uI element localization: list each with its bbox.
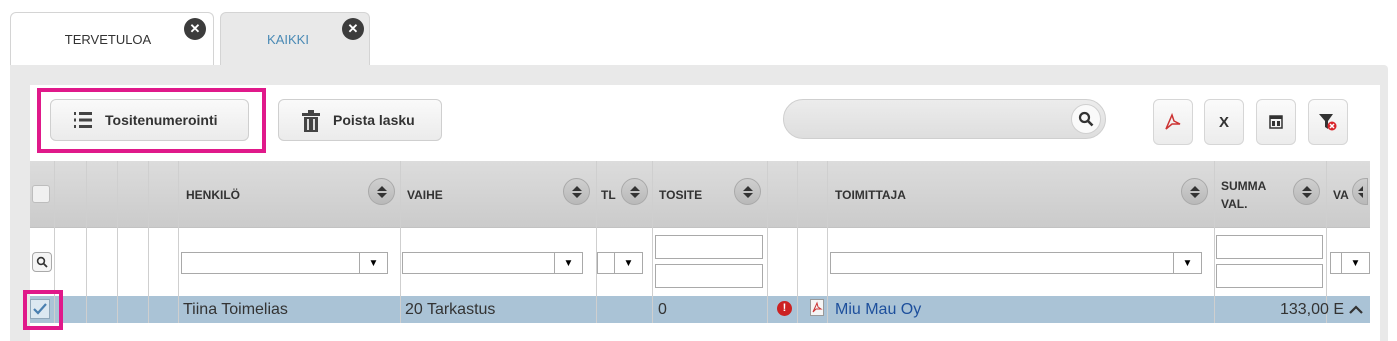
filter-summa-from-input[interactable]	[1216, 235, 1323, 259]
chevron-down-icon: ▼	[614, 253, 642, 273]
column-tl-label: TL	[601, 187, 616, 202]
column-toimittaja-label: TOIMITTAJA	[835, 187, 906, 202]
sort-henkilo-icon[interactable]	[368, 178, 395, 205]
filter-tosite-to-input[interactable]	[655, 264, 763, 288]
filter-va-select[interactable]: ▼	[1330, 252, 1370, 274]
column-header-tl[interactable]: TL	[601, 161, 621, 228]
sort-toimittaja-icon[interactable]	[1181, 178, 1208, 205]
tab-tervetuloa-label: TERVETULOA	[64, 32, 152, 47]
column-divider	[117, 161, 118, 323]
column-divider	[797, 161, 798, 323]
highlight-row-checkbox	[23, 290, 63, 330]
column-header-summa[interactable]: SUMMA VAL.	[1221, 161, 1281, 228]
select-all-checkbox[interactable]	[32, 185, 50, 203]
search-icon[interactable]	[1071, 104, 1101, 134]
tab-kaikki-close-icon[interactable]: ✕	[342, 18, 364, 40]
row-vaihe: 20 Tarkastus	[405, 300, 496, 318]
pdf-attachment-icon[interactable]	[810, 299, 824, 316]
sort-tosite-icon[interactable]	[734, 178, 761, 205]
pdf-export-icon[interactable]	[1153, 99, 1193, 145]
chevron-down-icon: ▼	[359, 253, 387, 273]
filter-toimittaja-select[interactable]: ▼	[830, 252, 1202, 274]
search-input[interactable]	[783, 99, 1106, 139]
column-henkilo-label: HENKILÖ	[186, 187, 240, 202]
column-tosite-label: TOSITE	[659, 187, 703, 202]
delete-button-label: Poista lasku	[333, 112, 415, 128]
highlight-numbering	[37, 88, 266, 153]
column-divider	[596, 161, 597, 323]
chevron-down-icon: ▼	[1341, 253, 1369, 273]
sort-tl-icon[interactable]	[621, 178, 648, 205]
column-header-tosite[interactable]: TOSITE	[659, 161, 729, 228]
column-header-henkilo[interactable]: HENKILÖ	[186, 161, 366, 228]
column-divider	[652, 161, 653, 323]
app-root: TERVETULOA ✕ KAIKKI ✕ Tositenumerointi P…	[0, 0, 1397, 341]
tab-tervetuloa-close-icon[interactable]: ✕	[184, 18, 206, 40]
filter-vaihe-select[interactable]: ▼	[402, 252, 583, 274]
delete-invoice-button[interactable]: Poista lasku	[278, 99, 442, 141]
column-header-toimittaja[interactable]: TOIMITTAJA	[835, 161, 1135, 228]
row-toimittaja-link[interactable]: Miu Mau Oy	[835, 296, 921, 323]
column-divider	[400, 161, 401, 323]
row-tosite: 0	[658, 300, 667, 318]
sort-summa-icon[interactable]	[1293, 178, 1320, 205]
filter-summa-to-input[interactable]	[1216, 264, 1323, 288]
column-summa-label-1: SUMMA	[1221, 178, 1267, 193]
trash-icon	[301, 110, 321, 132]
column-divider	[148, 161, 149, 323]
row-henkilo: Tiina Toimelias	[183, 300, 288, 318]
excel-export-glyph: X	[1218, 113, 1229, 131]
chevron-up-icon[interactable]	[1346, 300, 1366, 320]
column-summa-label-2: VAL.	[1221, 196, 1248, 211]
sort-vaihe-icon[interactable]	[563, 178, 590, 205]
excel-export-icon[interactable]: X	[1204, 99, 1244, 145]
column-vaihe-label: VAIHE	[407, 187, 443, 202]
column-header-vaihe[interactable]: VAIHE	[407, 161, 557, 228]
filter-tl-select[interactable]: ▼	[597, 252, 643, 274]
filter-tosite-from-input[interactable]	[655, 235, 763, 259]
column-divider	[827, 161, 828, 323]
chevron-down-icon: ▼	[554, 253, 582, 273]
tab-tervetuloa[interactable]: TERVETULOA ✕	[10, 12, 214, 66]
tab-kaikki[interactable]: KAIKKI ✕	[220, 12, 370, 66]
column-va-label: VA	[1333, 187, 1349, 202]
column-divider	[178, 161, 179, 323]
chevron-down-icon: ▼	[1173, 253, 1201, 273]
column-divider	[1214, 161, 1215, 323]
column-divider	[86, 161, 87, 323]
filter-search-icon[interactable]	[32, 252, 52, 272]
filter-henkilo-select[interactable]: ▼	[181, 252, 388, 274]
columns-icon[interactable]	[1256, 99, 1296, 145]
column-header-va[interactable]: VA	[1333, 161, 1353, 228]
clear-filter-icon[interactable]	[1308, 99, 1348, 145]
column-divider	[767, 161, 768, 323]
row-summa: 133,00 E	[1279, 300, 1344, 318]
warning-icon[interactable]: !	[777, 301, 792, 316]
